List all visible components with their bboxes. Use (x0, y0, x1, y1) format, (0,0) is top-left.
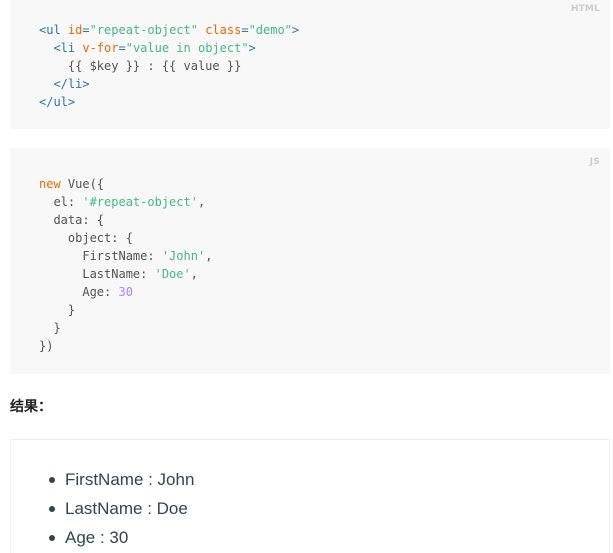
code-token: 'Doe' (154, 267, 191, 281)
code-line: el: '#repeat-object', (39, 193, 212, 211)
code-token: = (118, 41, 126, 55)
code-token: id (67, 23, 83, 37)
code-token: }) (39, 339, 54, 353)
code-token: } (39, 303, 76, 317)
code-token: <li (39, 41, 83, 55)
code-token: {{ $key }} : {{ value }} (39, 59, 242, 73)
code-token: v-for (82, 41, 119, 55)
code-token: object: { (39, 231, 133, 245)
html-code: <ul id="repeat-object" class="demo"> <li… (39, 21, 299, 111)
code-token: > (291, 23, 300, 37)
code-token: data: { (39, 213, 105, 227)
js-code: new Vue({ el: '#repeat-object', data: { … (39, 175, 212, 355)
code-token: 'John' (161, 249, 206, 263)
code-line: Age: 30 (39, 283, 212, 301)
code-token: </ul> (39, 95, 76, 109)
result-list: FirstName : John LastName : Doe Age : 30 (47, 465, 194, 552)
code-line: <li v-for="value in object"> (39, 39, 299, 57)
code-token: "value in object" (125, 41, 249, 55)
code-line: {{ $key }} : {{ value }} (39, 57, 299, 75)
code-token: , (197, 195, 206, 209)
code-token: Age: (39, 285, 119, 299)
code-line: </li> (39, 75, 299, 93)
code-token: Vue({ (60, 177, 105, 191)
code-line: } (39, 319, 212, 337)
list-item: FirstName : John (47, 465, 194, 494)
code-token: 30 (118, 285, 133, 299)
code-token: , (190, 267, 198, 281)
code-token: , (205, 249, 213, 263)
js-language-label: JS (589, 157, 600, 167)
code-token: el: (39, 195, 83, 209)
code-token: LastName: (39, 267, 155, 281)
code-token: '#repeat-object' (82, 195, 198, 209)
html-language-label: HTML (570, 4, 600, 14)
list-item: Age : 30 (47, 523, 194, 552)
code-line: } (39, 301, 212, 319)
code-token: "repeat-object" (89, 23, 198, 37)
code-token: = (82, 23, 90, 37)
result-heading: 结果： (10, 399, 52, 415)
code-line: new Vue({ (39, 175, 212, 193)
code-token: new (39, 177, 61, 191)
html-code-block: HTML <ul id="repeat-object" class="demo"… (10, 0, 610, 129)
code-token: "demo" (248, 23, 292, 37)
code-token: FirstName: (39, 249, 162, 263)
code-token: <ul (39, 23, 68, 37)
code-line: }) (39, 337, 212, 355)
code-token: } (39, 321, 61, 335)
code-line: LastName: 'Doe', (39, 265, 212, 283)
code-token: = (241, 23, 249, 37)
code-token: > (248, 41, 256, 55)
code-token: class (205, 23, 242, 37)
code-token: </li> (39, 77, 90, 91)
code-line: FirstName: 'John', (39, 247, 212, 265)
list-item: LastName : Doe (47, 494, 194, 523)
code-line: object: { (39, 229, 212, 247)
code-line: <ul id="repeat-object" class="demo"> (39, 21, 299, 39)
code-line: </ul> (39, 93, 299, 111)
js-code-block: JS new Vue({ el: '#repeat-object', data:… (10, 148, 610, 374)
code-line: data: { (39, 211, 212, 229)
